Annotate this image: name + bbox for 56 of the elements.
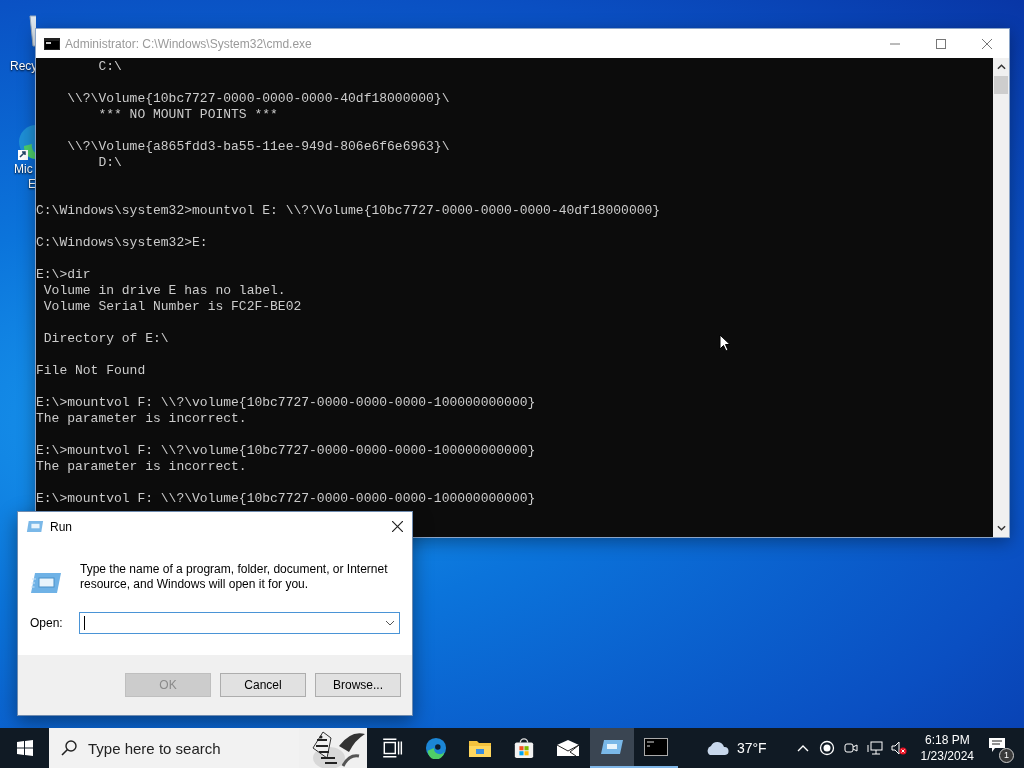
notification-icon[interactable] (988, 737, 1006, 753)
dialog-button[interactable]: Cancel (220, 673, 306, 697)
run-icon (26, 520, 44, 533)
dropdown-caret-icon[interactable] (385, 620, 395, 626)
console-line: Volume Serial Number is FC2F-BE02 (42, 299, 302, 315)
desktop-icon-label: Mic (14, 162, 33, 177)
open-label: Open: (30, 616, 64, 630)
dialog-button[interactable]: Browse... (315, 673, 401, 697)
muted-speaker-icon[interactable] (890, 740, 907, 756)
console-line: C:\ (97, 59, 122, 75)
dialog-title: Run (50, 519, 72, 534)
console-line: File Not Found (36, 363, 146, 379)
console-line: E:\>mountvol F: \\?\volume{10bc7727-0000-0000-0000-100000000000} (36, 443, 536, 459)
scroll-thumb[interactable] (994, 76, 1008, 94)
clock-time: 6:18 PM (924, 732, 970, 748)
edge-icon (424, 737, 448, 759)
console-line: E:\>mountvol F: \\?\volume{10bc7727-0000-0000-0000-100000000000} (36, 395, 536, 411)
clock-date: 1/23/2024 (920, 748, 974, 764)
scroll-up-icon[interactable] (996, 64, 1006, 70)
console-line: E:\>dir (36, 267, 91, 283)
desktop-icon-label: E (28, 177, 36, 192)
close-icon[interactable] (392, 521, 403, 532)
window-title: Administrator: C:\Windows\System32\cmd.exe (65, 36, 312, 51)
console-line: *** NO MOUNT POINTS *** (97, 107, 278, 123)
record-icon[interactable] (818, 740, 835, 756)
console-line: Volume in drive E has no label. (42, 283, 286, 299)
console-icon (44, 37, 60, 50)
console-icon (644, 736, 668, 758)
envelope-icon (556, 737, 580, 759)
clock[interactable]: 6:18 PM 1/23/2024 (920, 732, 974, 764)
open-combobox[interactable] (78, 612, 400, 634)
shopping-bag-icon (512, 737, 536, 759)
task-view-icon (380, 737, 404, 759)
console-line: Directory of E:\ (42, 331, 169, 347)
console-line: The parameter is incorrect. (36, 411, 247, 427)
console-line: C:\Windows\system32>mountvol E: \\?\Volume{10bc7727-0000-0000-0000-40df18000000} (36, 203, 661, 219)
mouse-pointer-icon (719, 334, 731, 352)
console-line: The parameter is incorrect. (36, 459, 247, 475)
maximize-icon[interactable] (936, 38, 946, 49)
scroll-down-icon[interactable] (996, 525, 1006, 531)
console-line: D:\ (97, 155, 122, 171)
weather-temperature[interactable]: 37°F (736, 740, 767, 756)
camera-icon[interactable] (842, 740, 859, 756)
console-line: C:\Windows\system32>E: (36, 235, 208, 251)
start-icon[interactable] (17, 740, 33, 756)
scrollbar[interactable] (993, 58, 1009, 537)
search-icon (61, 740, 77, 756)
console-line: E:\>mountvol F: \\?\Volume{10bc7727-0000-0000-0000-100000000000} (36, 491, 536, 507)
taskbar-app-button[interactable] (590, 728, 634, 768)
run-icon (30, 572, 62, 594)
console-line: \\?\Volume{10bc7727-0000-0000-0000-40df18000000}\ (66, 91, 450, 107)
dialog-description: Type the name of a program, folder, document, or Internet resource, and Windows will open it for you. (80, 562, 389, 592)
notification-count: 1 (999, 748, 1014, 763)
console-line: \\?\Volume{a865fdd3-ba55-11ee-949d-806e6f6e6963}\ (66, 139, 450, 155)
search-field[interactable]: Type here to search (49, 728, 367, 768)
network-icon[interactable] (866, 740, 883, 756)
